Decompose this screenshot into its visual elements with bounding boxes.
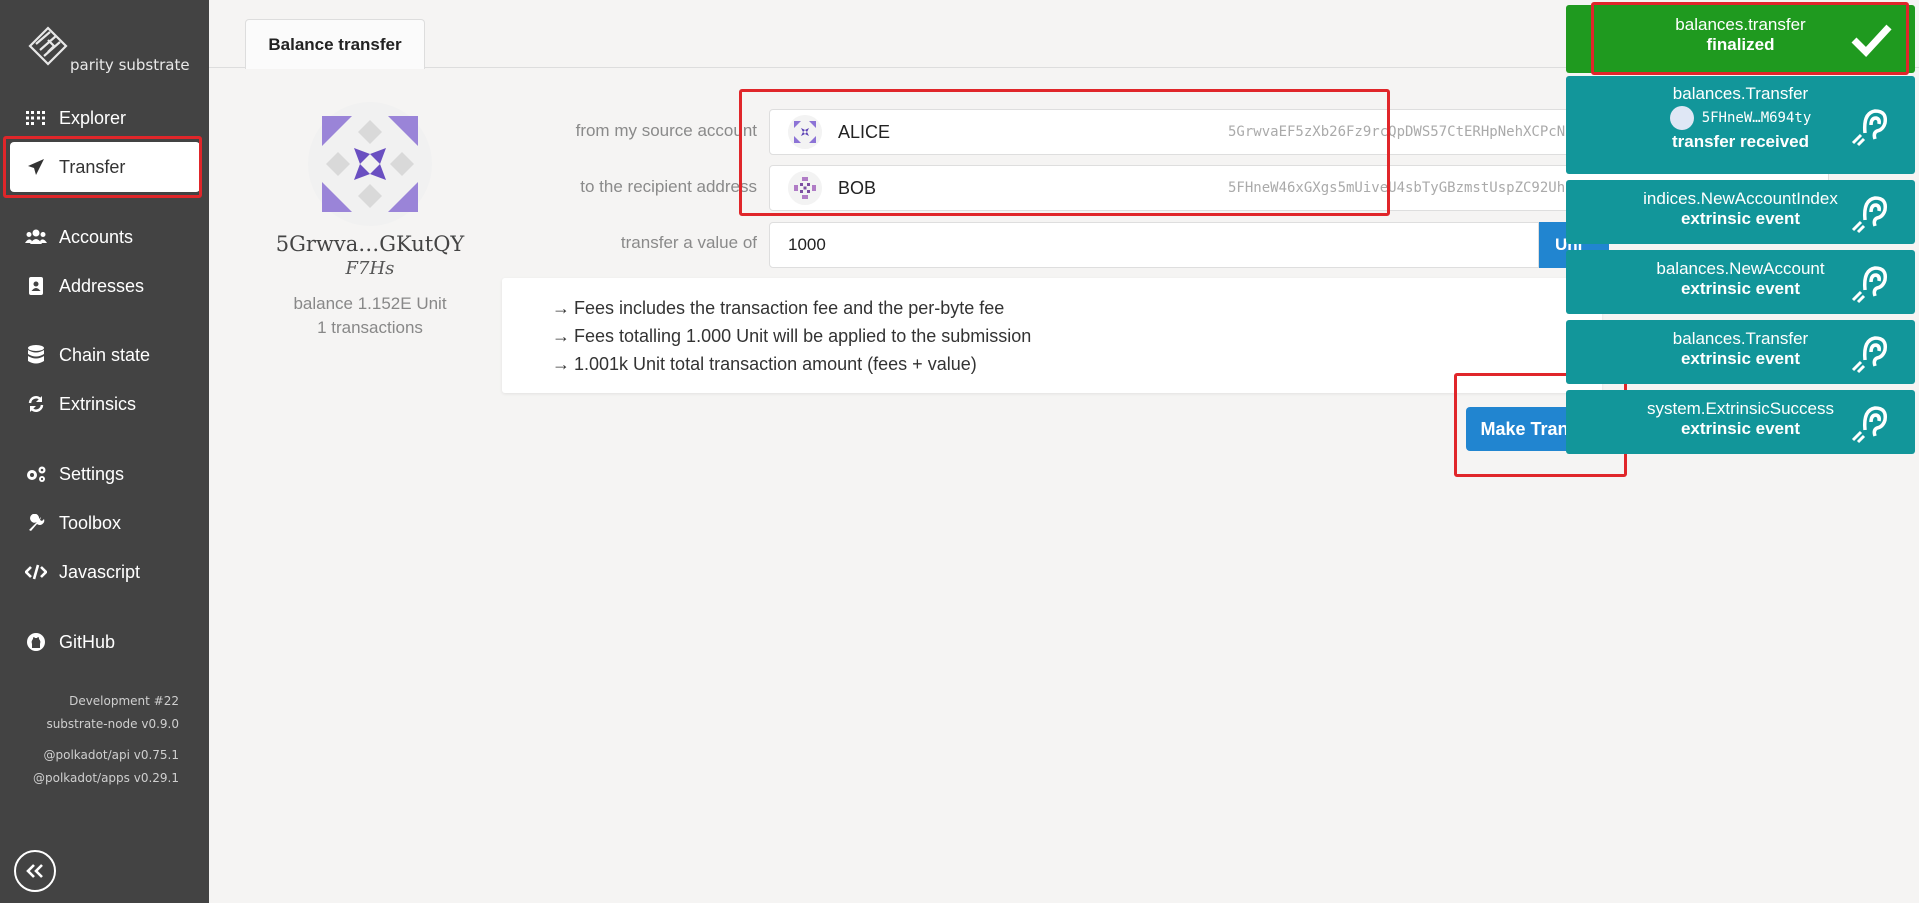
fees-info-box: → Fees includes the transaction fee and t… [502, 278, 1602, 393]
from-account-name: ALICE [838, 121, 891, 142]
sidebar-item-label: Transfer [59, 156, 126, 177]
double-chevron-left-icon [26, 864, 43, 878]
notification-balances-transfer[interactable]: balances.Transfer extrinsic event [1566, 320, 1915, 384]
logo-text: parity substrate [70, 56, 190, 74]
arrow-right-icon: → [552, 326, 570, 346]
github-icon [25, 631, 47, 653]
address-book-icon [25, 275, 47, 297]
account-identicon[interactable] [308, 102, 432, 226]
to-account-address: 5FHneW46xGXgs5mUiveU4sbTyGBzmstUspZC92Uh… [1228, 180, 1608, 196]
assistive-listening-icon [1851, 196, 1888, 234]
account-name: F7Hs [345, 258, 395, 279]
sidebar-item-label: Extrinsics [59, 393, 137, 414]
sidebar-item-explorer[interactable]: Explorer [10, 93, 200, 143]
send-icon [25, 156, 47, 178]
assistive-listening-icon [1851, 109, 1888, 147]
notification-transfer-received[interactable]: balances.Transfer 5FHneW…M694ty transfer… [1566, 76, 1915, 174]
users-icon [25, 226, 47, 248]
transaction-count: 1 transactions [317, 318, 423, 337]
database-icon [25, 344, 47, 366]
sidebar-item-javascript[interactable]: Javascript [10, 547, 200, 597]
sidebar-item-label: Toolbox [59, 512, 122, 533]
arrow-right-icon: → [552, 298, 570, 318]
sidebar-item-label: Chain state [59, 344, 151, 365]
alice-identicon [788, 115, 822, 149]
cogs-icon [25, 463, 47, 485]
wrench-icon [25, 512, 47, 534]
sidebar-item-label: GitHub [59, 631, 116, 652]
account-short-address: 5Grwva…GKutQY [275, 232, 465, 256]
from-label: from my source account [575, 121, 757, 140]
sidebar-item-label: Accounts [59, 226, 134, 247]
sidebar-item-label: Addresses [59, 275, 145, 296]
notification-new-account[interactable]: balances.NewAccount extrinsic event [1566, 250, 1915, 314]
sync-icon [25, 393, 47, 415]
sidebar-item-transfer[interactable]: Transfer [10, 142, 200, 192]
grid-icon [25, 107, 47, 129]
to-label: to the recipient address [580, 177, 757, 196]
version-info: Development #22 substrate-node v0.9.0 @p… [33, 690, 179, 790]
sidebar-item-extrinsics[interactable]: Extrinsics [10, 379, 200, 429]
sidebar-item-label: Javascript [59, 561, 141, 582]
sidebar-item-accounts[interactable]: Accounts [10, 212, 200, 262]
value-label: transfer a value of [620, 233, 757, 252]
logo[interactable]: parity substrate [22, 20, 192, 80]
chain-info: Development #22 [69, 694, 179, 708]
sidebar: parity substrate Explorer Transfer Accou… [0, 0, 209, 903]
apps-version: @polkadot/apps v0.29.1 [32, 771, 179, 785]
collapse-sidebar-button[interactable] [14, 850, 56, 892]
check-icon [1851, 24, 1892, 58]
fee-line: → Fees includes the transaction fee and t… [552, 294, 1602, 322]
from-account-address: 5GrwvaEF5zXb26Fz9rcQpDWS57CtERHpNehXCPcN… [1228, 124, 1608, 140]
parity-logo-icon [28, 26, 68, 66]
fee-line: → Fees totalling 1.000 Unit will be appli… [552, 322, 1602, 350]
transfer-value-input[interactable]: 1000 [769, 222, 1539, 268]
assistive-listening-icon [1851, 336, 1888, 374]
fee-line: → 1.001k Unit total transaction amount (f… [552, 350, 1602, 378]
account-balance: balance 1.152E Unit 1 transactions [270, 292, 470, 340]
bob-identicon [788, 171, 822, 205]
recipient-identicon [1669, 106, 1694, 130]
sidebar-item-toolbox[interactable]: Toolbox [10, 498, 200, 548]
assistive-listening-icon [1851, 266, 1888, 304]
api-version: @polkadot/api v0.75.1 [43, 748, 179, 762]
sidebar-item-github[interactable]: GitHub [10, 617, 200, 667]
code-icon [25, 561, 47, 583]
balance-value: balance 1.152E Unit [293, 294, 447, 313]
tab-balance-transfer[interactable]: Balance transfer [245, 19, 425, 69]
node-version: substrate-node v0.9.0 [46, 717, 179, 731]
arrow-right-icon: → [552, 354, 570, 374]
notification-finalized[interactable]: balances.transfer finalized [1566, 5, 1915, 73]
sidebar-item-label: Explorer [59, 107, 127, 128]
notification-extrinsic-success[interactable]: system.ExtrinsicSuccess extrinsic event [1566, 390, 1915, 454]
sidebar-item-settings[interactable]: Settings [10, 449, 200, 499]
notification-title: balances.Transfer [1672, 84, 1809, 103]
to-account-name: BOB [838, 177, 877, 198]
notification-new-account-index[interactable]: indices.NewAccountIndex extrinsic event [1566, 180, 1915, 244]
sidebar-item-chain-state[interactable]: Chain state [10, 330, 200, 380]
sidebar-item-label: Settings [59, 463, 125, 484]
sidebar-item-addresses[interactable]: Addresses [10, 261, 200, 311]
assistive-listening-icon [1851, 406, 1888, 444]
